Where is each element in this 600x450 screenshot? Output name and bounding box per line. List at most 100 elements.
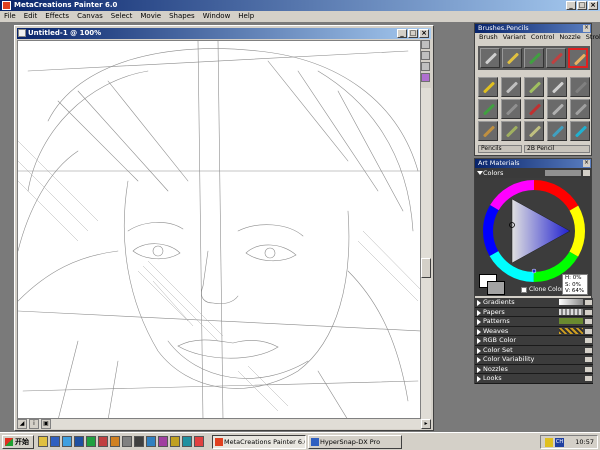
brush-slot-5[interactable]: [570, 77, 590, 97]
section-nozzles[interactable]: Nozzles: [475, 364, 593, 374]
start-button[interactable]: 开始: [2, 435, 34, 449]
collapse-triangle-icon: [477, 171, 483, 175]
info-icon[interactable]: i: [29, 419, 39, 429]
drawing-mode-icon[interactable]: ◢: [17, 419, 27, 429]
app-title: MetaCreations Painter 6.0: [14, 1, 118, 9]
scroll-right-arrow-icon[interactable]: ▸: [421, 419, 431, 429]
menu-shapes[interactable]: Shapes: [169, 11, 195, 22]
grid-toggle-icon[interactable]: [421, 40, 430, 49]
vertical-scrollbar[interactable]: [421, 88, 431, 419]
brush-slot-7[interactable]: [501, 99, 521, 119]
brush-slot-12[interactable]: [501, 121, 521, 141]
brush-slot-6[interactable]: [478, 99, 498, 119]
volume-icon[interactable]: [545, 438, 553, 447]
pencil-sketch: [18, 41, 420, 418]
brush-menu-nozzle[interactable]: Nozzle: [559, 33, 580, 42]
quick-launch-browser-icon[interactable]: [50, 436, 60, 447]
brush-category-pencils[interactable]: [568, 48, 588, 68]
section-gradients[interactable]: Gradients: [475, 298, 593, 308]
art-materials-title-bar[interactable]: Art Materials ×: [475, 159, 591, 168]
brush-slot-10[interactable]: [570, 99, 590, 119]
quick-launch-word-icon[interactable]: [74, 436, 84, 447]
output-preview-icon[interactable]: [421, 62, 430, 71]
colors-section-close-icon[interactable]: [583, 170, 590, 176]
main-color-swatch[interactable]: [487, 281, 505, 295]
system-tray: CH 10:57: [540, 435, 598, 449]
quick-launch-ie-icon[interactable]: [62, 436, 72, 447]
brush-category-1[interactable]: [480, 48, 500, 68]
brush-slot-15[interactable]: [570, 121, 590, 141]
brush-slot-14[interactable]: [547, 121, 567, 141]
brush-slot-2[interactable]: [501, 77, 521, 97]
menu-canvas[interactable]: Canvas: [77, 11, 103, 22]
color-swatch-icon[interactable]: [421, 73, 430, 82]
section-papers[interactable]: Papers: [475, 307, 593, 317]
clock[interactable]: 10:57: [575, 436, 594, 448]
quick-launch-app-icon-4[interactable]: [134, 436, 144, 447]
document-title-bar[interactable]: Untitled-1 @ 100% _ □ ×: [17, 28, 431, 39]
brush-category-3[interactable]: [524, 48, 544, 68]
section-weaves[interactable]: Weaves: [475, 326, 593, 336]
task-hypersnap[interactable]: HyperSnap-DX Pro: [308, 435, 402, 449]
brush-menu-brush[interactable]: Brush: [479, 33, 498, 42]
drawing-canvas[interactable]: [17, 40, 421, 419]
brush-category-4[interactable]: [546, 48, 566, 68]
brush-slot-1[interactable]: [478, 77, 498, 97]
menu-edit[interactable]: Edit: [24, 11, 38, 22]
maximize-button[interactable]: □: [577, 1, 587, 10]
selection-mode-icon[interactable]: ▣: [41, 419, 51, 429]
close-button[interactable]: ×: [588, 1, 598, 10]
menu-window[interactable]: Window: [203, 11, 231, 22]
painter-app-icon[interactable]: [2, 1, 11, 10]
doc-maximize-button[interactable]: □: [408, 29, 418, 38]
ime-indicator[interactable]: CH: [555, 438, 564, 447]
quick-launch-app-icon-5[interactable]: [146, 436, 156, 447]
quick-launch-app-icon-9[interactable]: [194, 436, 204, 447]
minimize-button[interactable]: _: [566, 1, 576, 10]
section-looks[interactable]: Looks: [475, 374, 593, 384]
menu-effects[interactable]: Effects: [45, 11, 69, 22]
brushes-palette-close-icon[interactable]: ×: [583, 25, 590, 32]
task-painter[interactable]: MetaCreations Painter 6.0: [212, 435, 306, 449]
doc-close-button[interactable]: ×: [419, 29, 429, 38]
brush-slot-3[interactable]: [524, 77, 544, 97]
quick-launch-app-icon-8[interactable]: [182, 436, 192, 447]
menu-select[interactable]: Select: [111, 11, 133, 22]
doc-minimize-button[interactable]: _: [397, 29, 407, 38]
brushes-palette-title-bar[interactable]: Brushes.Pencils ×: [475, 24, 591, 33]
section-rgb-color[interactable]: RGB Color: [475, 336, 593, 346]
art-materials-close-icon[interactable]: ×: [583, 160, 590, 167]
vertical-scroll-thumb[interactable]: [421, 258, 431, 278]
quick-launch-excel-icon[interactable]: [86, 436, 96, 447]
brush-variant-name[interactable]: 2B Pencil: [524, 145, 590, 153]
brush-menu-variant[interactable]: Variant: [503, 33, 526, 42]
app-title-bar: MetaCreations Painter 6.0 _ □ ×: [0, 0, 600, 11]
quick-launch-app-icon-3[interactable]: [122, 436, 132, 447]
brush-slot-8[interactable]: [524, 99, 544, 119]
colors-section-header[interactable]: Colors: [475, 168, 591, 178]
section-color-set[interactable]: Color Set: [475, 345, 593, 355]
brush-menu-stroke[interactable]: Stroke: [586, 33, 600, 42]
quick-launch-folder-icon[interactable]: [38, 436, 48, 447]
hsv-readout: H: 0% S: 0% V: 64%: [562, 274, 588, 295]
art-materials-title: Art Materials: [478, 159, 520, 167]
clone-color-checkbox[interactable]: [521, 287, 527, 293]
tracing-toggle-icon[interactable]: [421, 51, 430, 60]
task-painter-label: MetaCreations Painter 6.0: [224, 438, 306, 446]
section-color-variability[interactable]: Color Variability: [475, 355, 593, 365]
quick-launch-app-icon-1[interactable]: [98, 436, 108, 447]
quick-launch-app-icon-6[interactable]: [158, 436, 168, 447]
menu-file[interactable]: File: [4, 11, 16, 22]
quick-launch-app-icon-2[interactable]: [110, 436, 120, 447]
menu-bar: File Edit Effects Canvas Select Movie Sh…: [0, 11, 600, 22]
brush-slot-11[interactable]: [478, 121, 498, 141]
menu-movie[interactable]: Movie: [140, 11, 161, 22]
quick-launch-app-icon-7[interactable]: [170, 436, 180, 447]
brush-slot-9[interactable]: [547, 99, 567, 119]
menu-help[interactable]: Help: [238, 11, 254, 22]
brush-menu-control[interactable]: Control: [531, 33, 555, 42]
brush-category-2[interactable]: [502, 48, 522, 68]
brush-slot-4[interactable]: [547, 77, 567, 97]
brush-slot-13[interactable]: [524, 121, 544, 141]
section-patterns[interactable]: Patterns: [475, 317, 593, 327]
